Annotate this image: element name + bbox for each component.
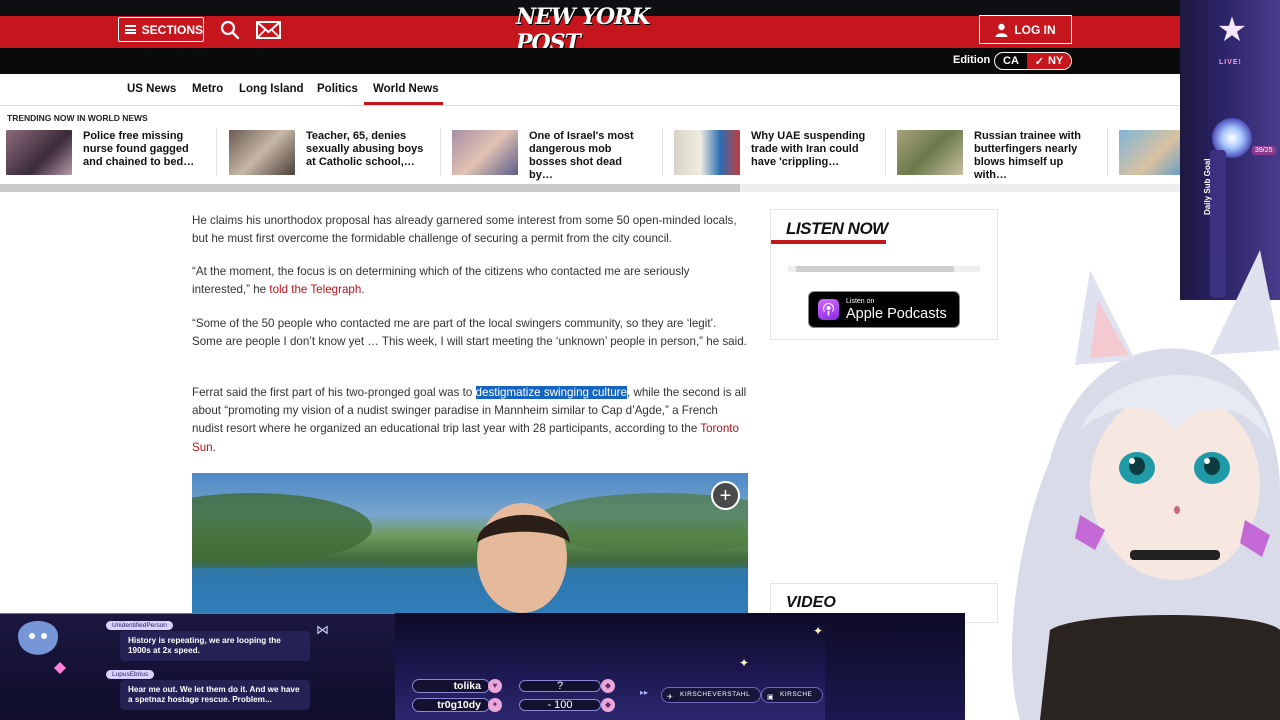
social-label: KIRSCHE [780,691,813,698]
selected-text[interactable]: destigmatize swinging culture [475,386,627,399]
donor-name: tolika [412,679,490,693]
bow-icon: ⋈ [316,622,329,637]
podcast-big-label: Apple Podcasts [846,305,947,322]
mail-icon[interactable] [256,20,281,40]
nav-item-long-island[interactable]: Long Island [239,83,304,95]
twitch-icon: ▣ [767,694,775,701]
trending-item-title[interactable]: Why UAE suspending trade with Iran could… [751,130,869,169]
paragraph-text: Ferrat said the first part of his two-pr… [192,386,476,399]
trending-thumbnail[interactable] [452,130,518,175]
trending-divider [885,128,886,176]
donor-name: tr0g10dy [412,698,490,712]
article-photo-illustration [192,493,748,613]
chat-username: UnidentifiedPerson [106,621,173,630]
check-icon: ✓ [1034,55,1044,68]
edition-option-ny[interactable]: ✓ NY [1027,53,1071,69]
gem-icon: ◆ [601,679,615,693]
trending-divider [1107,128,1108,176]
sub-goal-count: 39/25 [1252,146,1276,155]
star-badge-icon: ✦ [488,698,502,712]
login-button[interactable]: LOG IN [979,15,1072,44]
article-paragraph: “At the moment, the focus is on determin… [192,263,748,299]
article-paragraph: Ferrat said the first part of his two-pr… [192,384,748,457]
arrow-decoration-icon: ▸▸ [640,688,649,697]
section-nav [0,74,1180,106]
article-paragraph: He claims his unorthodox proposal has al… [192,214,737,246]
search-icon[interactable] [220,20,240,40]
user-icon [995,23,1008,37]
paragraph-text: “At the moment, the focus is on determin… [192,265,690,297]
article-paragraph: “Some of the 50 people who contacted me … [192,317,747,349]
social-twitter: ✈ KIRSCHEVERSTAHL [661,687,762,703]
podcast-small-label: Listen on [846,297,875,305]
trending-item-title[interactable]: Police free missing nurse found gagged a… [83,130,201,169]
chat-username: LupusEbrius [106,670,155,679]
video-title: VIDEO [786,594,836,611]
twitter-icon: ✈ [667,694,674,701]
podcast-icon [818,299,839,320]
heart-icon: ♥ [488,679,502,693]
sparkle-icon: ✦ [739,656,750,670]
sub-goal-label: Daily Sub Goal [1203,158,1212,215]
trending-label: TRENDING NOW IN WORLD NEWS [7,113,148,123]
sections-button[interactable]: SECTIONS [118,17,204,42]
nav-item-metro[interactable]: Metro [192,83,223,95]
vtuber-avatar [1011,250,1280,720]
sections-label: SECTIONS [141,22,203,37]
chat-message: History is repeating, we are looping the… [120,631,310,661]
paragraph-text: . [212,440,216,454]
trending-divider [216,128,217,176]
star-icon: ★ [1216,11,1248,49]
sparkle-icon: ✦ [813,624,824,638]
paragraph-text: . [361,283,365,297]
trending-thumbnail[interactable] [1119,130,1180,175]
login-label: LOG IN [1014,22,1056,37]
article-image[interactable] [192,473,748,613]
nav-item-world-news[interactable]: World News [373,83,439,95]
nav-active-indicator [364,102,443,105]
apple-podcasts-button[interactable]: Listen on Apple Podcasts [808,291,960,328]
edition-option-ny-label: NY [1047,55,1064,67]
trending-item-title[interactable]: One of Israel's most dangerous mob bosse… [529,130,647,182]
chat-message: Hear me out. We let them do it. And we h… [120,680,310,710]
telegraph-link[interactable]: told the Telegraph [269,283,361,296]
social-twitch: ▣ KIRSCHE [761,687,824,703]
trending-thumbnail[interactable] [229,130,295,175]
trending-item-title[interactable]: Russian trainee with butterfingers nearl… [974,130,1092,182]
mascot-icon [18,621,66,674]
trending-divider [662,128,663,176]
trending-thumbnail[interactable] [6,130,72,175]
social-label: KIRSCHEVERSTAHL [680,691,751,698]
gem-icon: ◆ [601,698,615,712]
edition-label: Edition [953,54,991,66]
trending-thumbnail[interactable] [897,130,963,175]
nav-item-us-news[interactable]: US News [127,83,176,95]
expand-image-icon[interactable]: + [711,481,740,510]
trending-divider [440,128,441,176]
trending-item-title[interactable]: Teacher, 65, denies sexually abusing boy… [306,130,424,169]
trending-thumbnail[interactable] [674,130,740,175]
site-logo[interactable]: NEW YORK POST [516,4,678,56]
listen-now-title: LISTEN NOW [786,219,888,238]
donation-amount: ? [519,680,601,692]
menu-icon [125,25,136,34]
listen-carousel-scrollbar-thumb[interactable] [796,266,954,272]
edition-toggle[interactable]: CA ✓ NY [994,52,1072,70]
donation-amount: - 100 [519,699,601,711]
listen-now-underline [771,240,886,244]
edition-option-ca[interactable]: CA [995,53,1027,69]
live-label: LIVE! [1219,59,1242,66]
nav-item-politics[interactable]: Politics [317,83,358,95]
overlay-bottom-right [825,613,965,720]
trending-scrollbar-thumb[interactable] [0,184,740,192]
